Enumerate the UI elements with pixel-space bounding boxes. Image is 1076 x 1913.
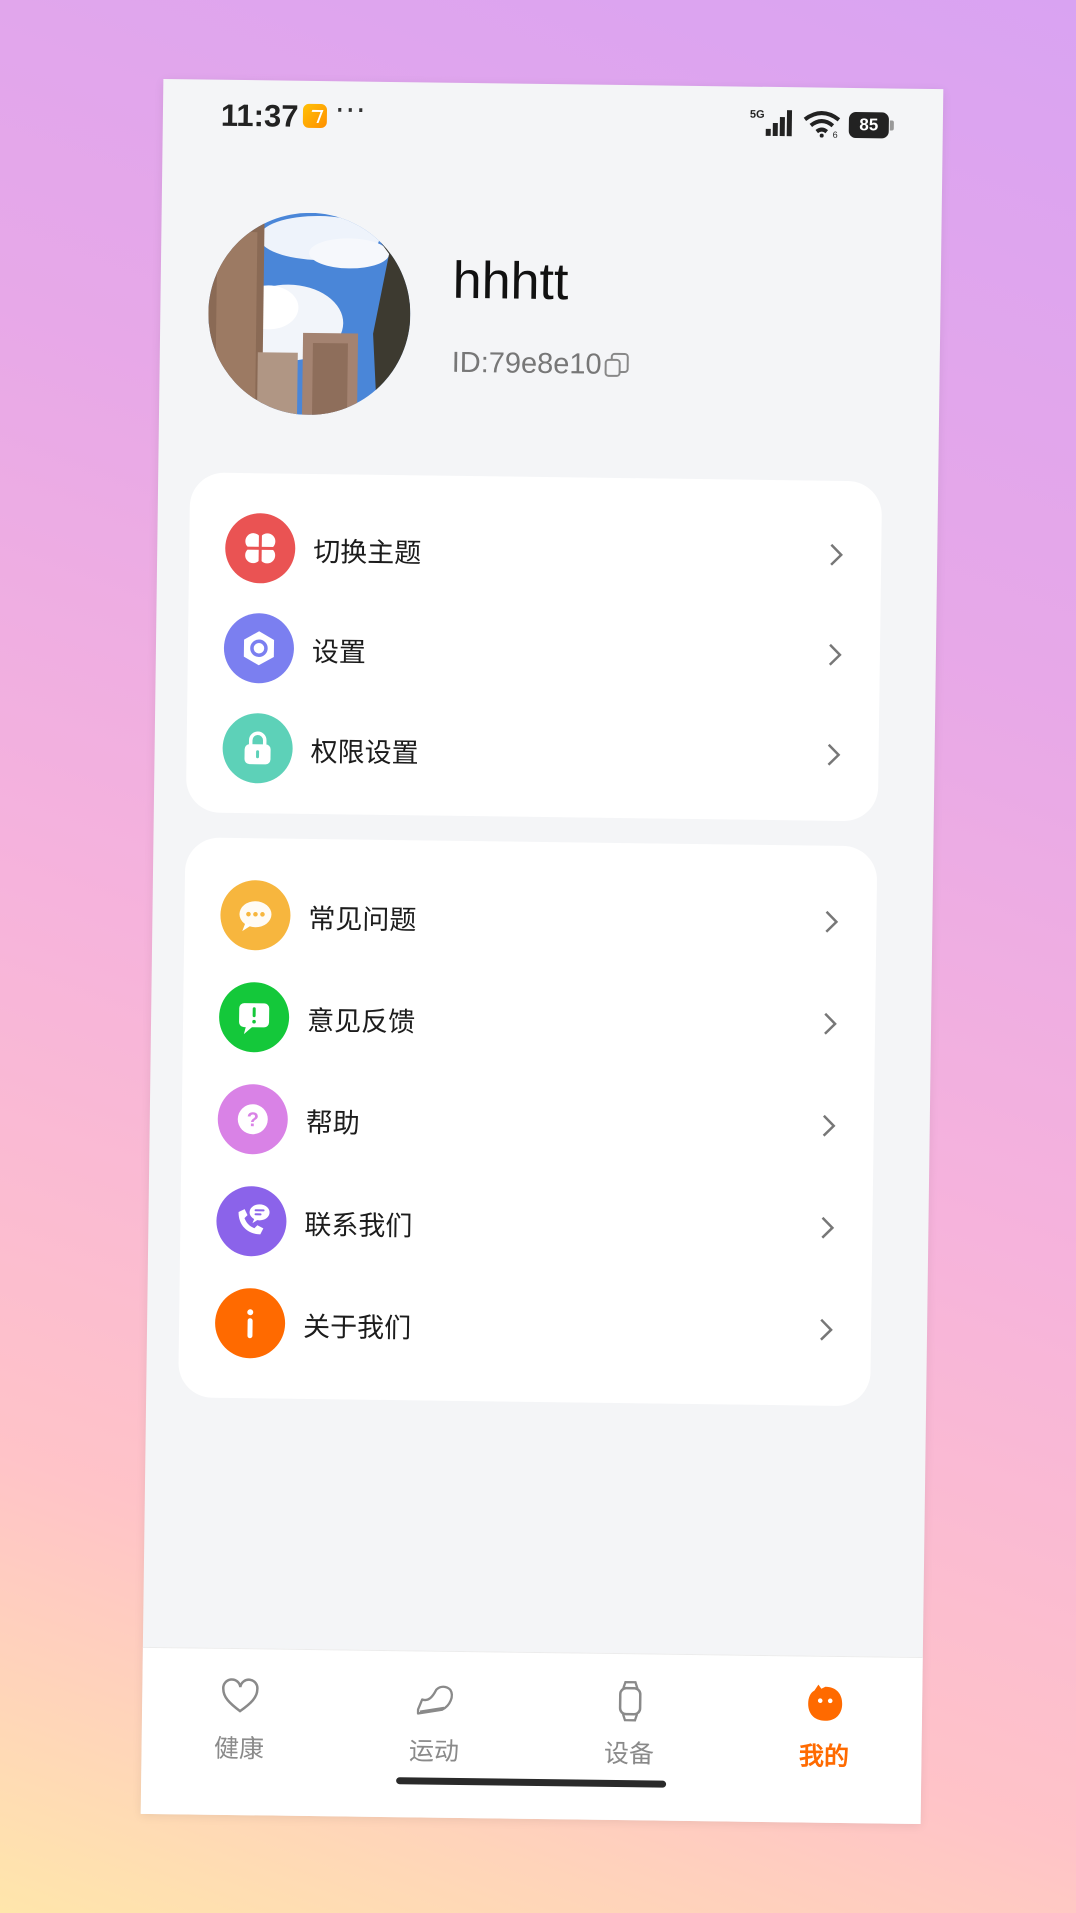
info-icon xyxy=(214,1287,286,1359)
chevron-right-icon xyxy=(824,1012,837,1035)
menu-label: 常见问题 xyxy=(308,903,417,937)
svg-text:6: 6 xyxy=(833,130,838,138)
menu-item-feedback[interactable]: 意见反馈 xyxy=(182,961,875,1080)
theme-icon xyxy=(224,512,296,584)
chevron-right-icon xyxy=(828,643,842,666)
chevron-right-icon xyxy=(822,1114,836,1137)
app-notification-icon xyxy=(302,103,328,129)
more-notifications-icon: ··· xyxy=(334,93,367,129)
help-icon: ? xyxy=(217,1083,289,1155)
phone-screen: 11:37 ··· 5G 6 85 hhhtt ID:79e8e10 切换主题 … xyxy=(140,78,944,1825)
menu-item-about[interactable]: 关于我们 xyxy=(178,1267,871,1386)
face-icon xyxy=(808,1684,843,1721)
chevron-right-icon xyxy=(830,543,843,566)
menu-item-help[interactable]: ? 帮助 xyxy=(181,1063,874,1182)
chevron-right-icon xyxy=(827,743,841,766)
tab-label: 我的 xyxy=(798,1741,850,1772)
menu-item-faq[interactable]: 常见问题 xyxy=(184,859,877,978)
status-time: 11:37 xyxy=(220,97,299,134)
feedback-icon xyxy=(218,981,290,1053)
menu-label: 联系我们 xyxy=(304,1209,413,1243)
menu-label: 帮助 xyxy=(305,1107,360,1140)
chevron-right-icon xyxy=(821,1216,835,1239)
menu-card-primary: 切换主题 设置 权限设置 xyxy=(185,472,883,822)
battery-level: 85 xyxy=(848,111,890,139)
user-id: ID:79e8e10 xyxy=(451,346,602,381)
menu-item-contact[interactable]: 联系我们 xyxy=(180,1165,873,1284)
avatar[interactable] xyxy=(207,211,412,417)
bottom-tab-bar: 健康 运动 设备 我的 xyxy=(140,1646,923,1825)
tab-label: 健康 xyxy=(213,1733,265,1764)
tab-health[interactable]: 健康 xyxy=(141,1648,338,1781)
shoe-icon xyxy=(416,1685,453,1715)
avatar-photo xyxy=(207,211,412,417)
menu-label: 关于我们 xyxy=(302,1311,412,1345)
wifi-icon: 6 xyxy=(803,111,841,138)
chevron-right-icon xyxy=(825,910,839,933)
tab-mine[interactable]: 我的 xyxy=(726,1655,923,1788)
tab-sport[interactable]: 运动 xyxy=(336,1650,533,1783)
menu-label: 权限设置 xyxy=(310,736,419,770)
menu-label: 设置 xyxy=(311,636,367,669)
username: hhhtt xyxy=(452,251,569,312)
tab-label: 设备 xyxy=(603,1738,655,1769)
settings-icon xyxy=(223,612,295,684)
menu-label: 意见反馈 xyxy=(306,1005,416,1039)
battery-indicator: 85 xyxy=(848,111,895,139)
network-type-label: 5G xyxy=(750,109,765,121)
menu-card-support: 常见问题 意见反馈 ? 帮助 联系我们 关于我们 xyxy=(178,837,878,1407)
lock-icon xyxy=(222,712,294,784)
cellular-signal-icon: 5G xyxy=(750,109,793,137)
menu-label: 切换主题 xyxy=(313,536,422,570)
svg-text:?: ? xyxy=(247,1109,260,1131)
status-bar: 11:37 ··· 5G 6 85 xyxy=(162,79,943,169)
tab-label: 运动 xyxy=(408,1736,460,1766)
battery-tip xyxy=(889,120,894,131)
menu-item-permissions[interactable]: 权限设置 xyxy=(186,692,879,811)
phone-icon xyxy=(215,1185,287,1257)
heart-icon xyxy=(222,1678,259,1713)
chat-bubble-icon xyxy=(219,879,291,951)
chevron-right-icon xyxy=(820,1318,833,1341)
tab-device[interactable]: 设备 xyxy=(531,1653,728,1786)
copy-icon[interactable] xyxy=(603,352,629,378)
user-id-row[interactable]: ID:79e8e10 xyxy=(451,345,629,383)
watch-icon xyxy=(618,1680,642,1722)
